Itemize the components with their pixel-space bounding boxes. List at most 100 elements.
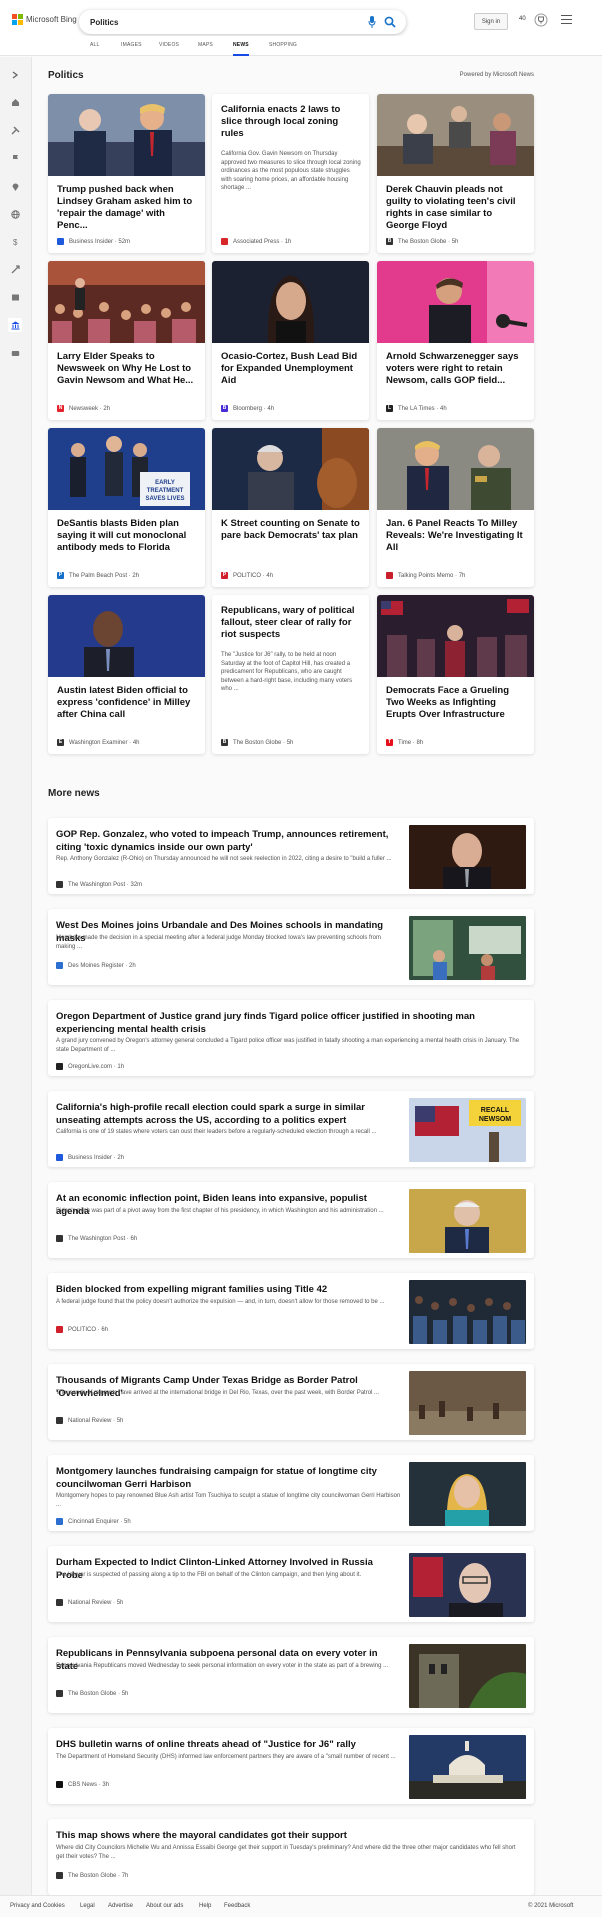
- politics-icon[interactable]: [8, 318, 22, 332]
- news-list-item[interactable]: GOP Rep. Gonzalez, who voted to impeach …: [48, 818, 534, 894]
- news-list-item[interactable]: Biden blocked from expelling migrant fam…: [48, 1273, 534, 1349]
- rewards-trophy-icon[interactable]: [534, 13, 548, 27]
- news-thumbnail[interactable]: [409, 1371, 526, 1435]
- bing-logo[interactable]: Microsoft Bing: [12, 14, 77, 25]
- news-item-source[interactable]: The Boston Globe · 5h: [56, 1690, 128, 1697]
- footer-link-advertise[interactable]: Advertise: [108, 1903, 133, 1909]
- card-source[interactable]: B The Boston Globe · 5h: [221, 739, 293, 746]
- news-item-source[interactable]: POLITICO · 6h: [56, 1326, 108, 1333]
- footer-link-about-ads[interactable]: About our ads: [146, 1903, 183, 1909]
- news-item-title[interactable]: This map shows where the mayoral candida…: [56, 1829, 521, 1842]
- news-card[interactable]: California enacts 2 laws to slice throug…: [212, 94, 369, 253]
- news-item-source[interactable]: National Review · 5h: [56, 1599, 123, 1606]
- location-icon[interactable]: [8, 179, 22, 193]
- microphone-icon[interactable]: [368, 16, 376, 28]
- card-title[interactable]: Trump pushed back when Lindsey Graham as…: [57, 184, 197, 232]
- news-thumbnail[interactable]: [409, 1462, 526, 1526]
- news-list-item[interactable]: Republicans in Pennsylvania subpoena per…: [48, 1637, 534, 1713]
- money-icon[interactable]: $: [8, 234, 22, 248]
- card-source[interactable]: B Bloomberg · 4h: [221, 405, 274, 412]
- search-input[interactable]: Politics: [90, 18, 118, 27]
- flag-icon[interactable]: [8, 151, 22, 165]
- news-thumbnail[interactable]: [409, 1189, 526, 1253]
- card-source[interactable]: Business Insider · 52m: [57, 238, 130, 245]
- card-title[interactable]: Jan. 6 Panel Reacts To Milley Reveals: W…: [386, 518, 526, 554]
- card-source[interactable]: Associated Press · 1h: [221, 238, 291, 245]
- news-card[interactable]: Democrats Face a Grueling Two Weeks as I…: [377, 595, 534, 754]
- news-item-source[interactable]: National Review · 5h: [56, 1417, 123, 1424]
- news-list-item[interactable]: DHS bulletin warns of online threats ahe…: [48, 1728, 534, 1804]
- tab-shopping[interactable]: SHOPPING: [269, 42, 297, 48]
- card-title[interactable]: Arnold Schwarzenegger says voters were r…: [386, 351, 526, 387]
- news-card[interactable]: Ocasio-Cortez, Bush Lead Bid for Expande…: [212, 261, 369, 420]
- card-source[interactable]: N Newsweek · 2h: [57, 405, 110, 412]
- news-card[interactable]: Larry Elder Speaks to Newsweek on Why He…: [48, 261, 205, 420]
- card-title[interactable]: Democrats Face a Grueling Two Weeks as I…: [386, 685, 526, 721]
- news-item-source[interactable]: The Boston Globe · 7h: [56, 1872, 128, 1879]
- news-list-item[interactable]: Durham Expected to Indict Clinton-Linked…: [48, 1546, 534, 1622]
- news-list-item[interactable]: West Des Moines joins Urbandale and Des …: [48, 909, 534, 985]
- video-icon[interactable]: [8, 346, 22, 360]
- tab-images[interactable]: IMAGES: [121, 42, 142, 48]
- card-title[interactable]: Republicans, wary of political fallout, …: [221, 605, 361, 641]
- rail-expand-icon[interactable]: [8, 68, 22, 82]
- news-item-title[interactable]: Montgomery launches fundraising campaign…: [56, 1465, 401, 1491]
- news-card[interactable]: Jan. 6 Panel Reacts To Milley Reveals: W…: [377, 428, 534, 587]
- sign-in-button[interactable]: Sign in: [474, 13, 508, 30]
- news-card[interactable]: Derek Chauvin pleads not guilty to viola…: [377, 94, 534, 253]
- tab-news[interactable]: NEWS: [233, 42, 249, 56]
- card-source[interactable]: P POLITICO · 4h: [221, 572, 273, 579]
- news-thumbnail[interactable]: [409, 916, 526, 980]
- card-source[interactable]: L The LA Times · 4h: [386, 405, 447, 412]
- news-card[interactable]: K Street counting on Senate to pare back…: [212, 428, 369, 587]
- news-list-item[interactable]: This map shows where the mayoral candida…: [48, 1819, 534, 1895]
- news-item-source[interactable]: Business Insider · 2h: [56, 1154, 124, 1161]
- footer-link-feedback[interactable]: Feedback: [224, 1903, 250, 1909]
- search-icon[interactable]: [384, 16, 396, 28]
- card-title[interactable]: Austin latest Biden official to express …: [57, 685, 197, 721]
- news-thumbnail[interactable]: [409, 1280, 526, 1344]
- entertainment-icon[interactable]: [8, 290, 22, 304]
- news-list-item[interactable]: At an economic inflection point, Biden l…: [48, 1182, 534, 1258]
- card-source[interactable]: P The Palm Beach Post · 2h: [57, 572, 139, 579]
- tools-icon[interactable]: [8, 123, 22, 137]
- card-title[interactable]: Derek Chauvin pleads not guilty to viola…: [386, 184, 526, 232]
- news-item-source[interactable]: OregonLive.com · 1h: [56, 1063, 124, 1070]
- card-title[interactable]: California enacts 2 laws to slice throug…: [221, 104, 361, 140]
- search-box[interactable]: Politics: [79, 10, 406, 34]
- news-item-source[interactable]: Cincinnati Enquirer · 5h: [56, 1518, 131, 1525]
- news-item-title[interactable]: GOP Rep. Gonzalez, who voted to impeach …: [56, 828, 401, 854]
- news-card[interactable]: Trump pushed back when Lindsey Graham as…: [48, 94, 205, 253]
- news-item-title[interactable]: California's high-profile recall electio…: [56, 1101, 401, 1127]
- news-thumbnail[interactable]: RECALL NEWSOM: [409, 1098, 526, 1162]
- card-title[interactable]: DeSantis blasts Biden plan saying it wil…: [57, 518, 197, 554]
- news-item-source[interactable]: The Washington Post · 32m: [56, 881, 142, 888]
- footer-link-privacy[interactable]: Privacy and Cookies: [10, 1903, 65, 1909]
- news-item-title[interactable]: Biden blocked from expelling migrant fam…: [56, 1283, 401, 1296]
- news-list-item[interactable]: Montgomery launches fundraising campaign…: [48, 1455, 534, 1531]
- news-list-item[interactable]: Oregon Department of Justice grand jury …: [48, 1000, 534, 1076]
- news-item-source[interactable]: The Washington Post · 6h: [56, 1235, 137, 1242]
- news-card[interactable]: Austin latest Biden official to express …: [48, 595, 205, 754]
- news-card[interactable]: EARLY TREATMENT SAVES LIVES DeSantis blast…: [48, 428, 205, 587]
- news-item-source[interactable]: Des Moines Register · 2h: [56, 962, 136, 969]
- card-title[interactable]: Ocasio-Cortez, Bush Lead Bid for Expande…: [221, 351, 361, 387]
- science-icon[interactable]: [8, 262, 22, 276]
- tab-all[interactable]: ALL: [90, 42, 100, 48]
- news-card[interactable]: Arnold Schwarzenegger says voters were r…: [377, 261, 534, 420]
- news-thumbnail[interactable]: [409, 1735, 526, 1799]
- rewards-points[interactable]: 40: [519, 16, 526, 22]
- news-list-item[interactable]: California's high-profile recall electio…: [48, 1091, 534, 1167]
- menu-icon[interactable]: [561, 15, 572, 25]
- news-item-source[interactable]: CBS News · 3h: [56, 1781, 109, 1788]
- news-list-item[interactable]: Thousands of Migrants Camp Under Texas B…: [48, 1364, 534, 1440]
- news-item-title[interactable]: Oregon Department of Justice grand jury …: [56, 1010, 521, 1036]
- news-thumbnail[interactable]: [409, 825, 526, 889]
- card-source[interactable]: Talking Points Memo · 7h: [386, 572, 465, 579]
- news-thumbnail[interactable]: [409, 1644, 526, 1708]
- footer-link-legal[interactable]: Legal: [80, 1903, 95, 1909]
- card-source[interactable]: B The Boston Globe · 5h: [386, 238, 458, 245]
- globe-icon[interactable]: [8, 207, 22, 221]
- card-title[interactable]: K Street counting on Senate to pare back…: [221, 518, 361, 542]
- home-icon[interactable]: [8, 95, 22, 109]
